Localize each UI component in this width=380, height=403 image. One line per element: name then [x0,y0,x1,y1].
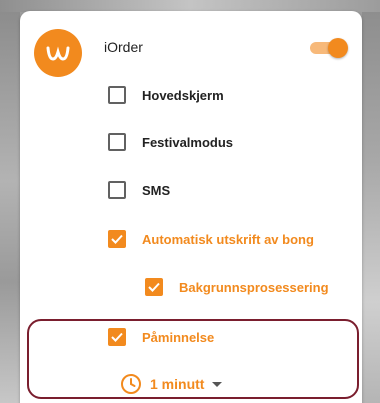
reminder-time-value: 1 minutt [150,376,205,392]
option-label: Påminnelse [142,329,215,345]
option-festivalmodus[interactable]: Festivalmodus [108,133,233,151]
app-name: iOrder [104,39,143,55]
option-label: Festivalmodus [142,134,234,150]
app-notifications-toggle[interactable] [308,38,348,58]
option-hovedskjerm[interactable]: Hovedskjerm [108,86,224,104]
checkmark-icon [111,332,123,342]
background-left [0,0,20,403]
chevron-down-icon [212,381,223,387]
option-label: Bakgrunnsprosessering [179,279,329,295]
checkbox[interactable] [108,86,126,104]
checkbox-checked[interactable] [145,278,163,296]
checkmark-icon [111,234,123,244]
clock-icon [121,374,141,394]
reminder-time-dropdown[interactable]: 1 minutt [120,373,223,395]
checkbox-checked[interactable] [108,328,126,346]
checkbox[interactable] [108,133,126,151]
checkbox-checked[interactable] [108,230,126,248]
checkbox[interactable] [108,181,126,199]
option-label: Automatisk utskrift av bong [142,231,314,247]
notification-settings-card: iOrder Hovedskjerm Festivalmodus SMS Aut… [20,11,362,403]
option-bakgrunnsprosessering[interactable]: Bakgrunnsprosessering [145,278,329,296]
option-label: Hovedskjerm [142,87,224,103]
background-right [362,0,380,403]
toggle-thumb [328,38,348,58]
option-label: SMS [142,182,171,198]
option-sms[interactable]: SMS [108,181,170,199]
w-logo-icon [34,29,82,77]
option-automatisk-utskrift[interactable]: Automatisk utskrift av bong [108,230,314,248]
checkmark-icon [148,282,160,292]
option-paminnelse[interactable]: Påminnelse [108,328,214,346]
